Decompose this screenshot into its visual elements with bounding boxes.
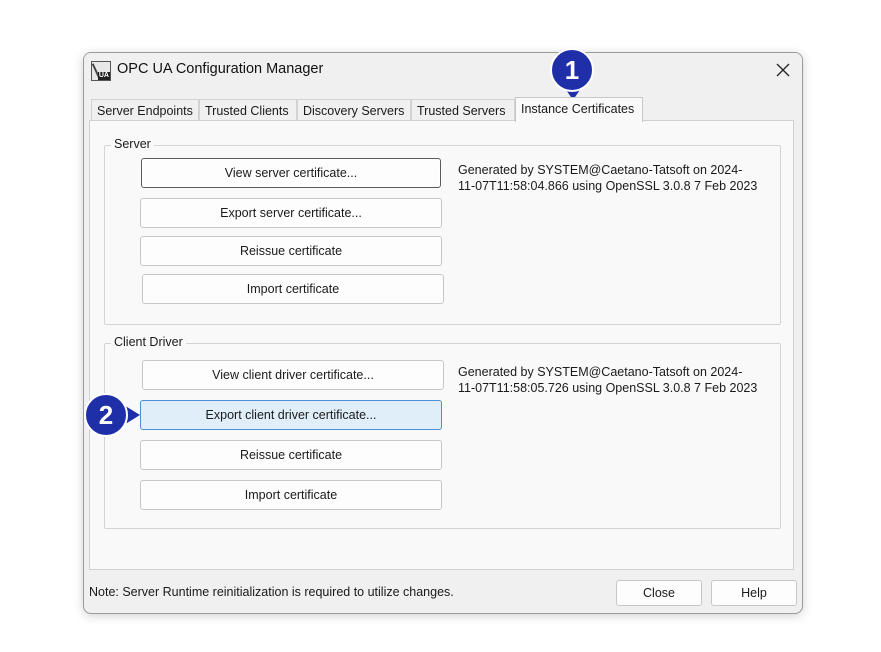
close-button[interactable]: Close (616, 580, 702, 606)
callout-1: 1 (550, 48, 596, 104)
tab-trusted-clients[interactable]: Trusted Clients (199, 99, 297, 121)
tab-instance-certificates[interactable]: Instance Certificates (515, 97, 643, 122)
server-group-label: Server (111, 137, 154, 151)
reissue-server-certificate-button[interactable]: Reissue certificate (140, 236, 442, 266)
callout-2: 2 (84, 393, 146, 439)
tab-discovery-servers[interactable]: Discovery Servers (297, 99, 411, 121)
tab-server-endpoints[interactable]: Server Endpoints (91, 99, 199, 121)
instance-certificates-panel: Server View server certificate... Export… (89, 120, 794, 570)
client-driver-group-label: Client Driver (111, 335, 186, 349)
import-server-certificate-button[interactable]: Import certificate (142, 274, 444, 304)
import-client-driver-certificate-button[interactable]: Import certificate (140, 480, 442, 510)
reinitialization-note: Note: Server Runtime reinitialization is… (89, 585, 454, 599)
server-certificate-info: Generated by SYSTEM@Caetano-Tatsoft on 2… (458, 163, 758, 193)
opc-ua-app-icon: UA (91, 61, 111, 81)
help-button[interactable]: Help (711, 580, 797, 606)
client-driver-certificate-info: Generated by SYSTEM@Caetano-Tatsoft on 2… (458, 365, 758, 395)
view-client-driver-certificate-button[interactable]: View client driver certificate... (142, 360, 444, 390)
client-driver-group: Client Driver View client driver certifi… (104, 335, 781, 529)
config-manager-window: UA OPC UA Configuration Manager Server E… (83, 52, 803, 614)
reissue-client-driver-certificate-button[interactable]: Reissue certificate (140, 440, 442, 470)
tab-trusted-servers[interactable]: Trusted Servers (411, 99, 515, 121)
export-server-certificate-button[interactable]: Export server certificate... (140, 198, 442, 228)
callout-2-badge: 2 (84, 393, 128, 437)
title-bar: UA OPC UA Configuration Manager (84, 53, 802, 87)
callout-1-badge: 1 (550, 48, 594, 92)
server-group: Server View server certificate... Export… (104, 137, 781, 325)
view-server-certificate-button[interactable]: View server certificate... (141, 158, 441, 188)
export-client-driver-certificate-button[interactable]: Export client driver certificate... (140, 400, 442, 430)
window-title: OPC UA Configuration Manager (117, 61, 324, 77)
window-close-icon[interactable] (770, 57, 796, 83)
